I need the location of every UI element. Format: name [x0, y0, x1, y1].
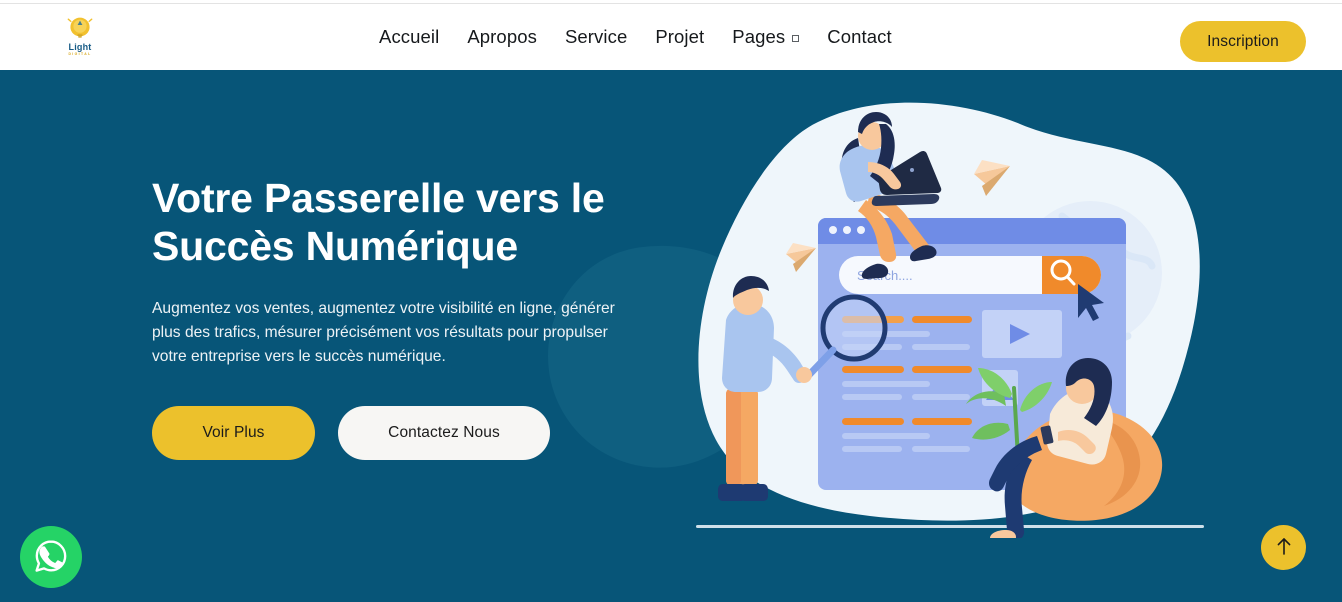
page-root: Light DIGITAL Accueil Apropos Service Pr…: [0, 0, 1342, 602]
nav-label: Apropos: [467, 26, 537, 47]
brand-logo[interactable]: Light DIGITAL: [58, 15, 102, 59]
nav-item-apropos[interactable]: Apropos: [453, 26, 551, 48]
nav-label: Contact: [827, 26, 892, 47]
hero-copy: Votre Passerelle vers le Succès Numériqu…: [152, 174, 672, 460]
site-header: Light DIGITAL Accueil Apropos Service Pr…: [0, 4, 1342, 70]
voir-plus-button[interactable]: Voir Plus: [152, 406, 315, 460]
hero-illustration: Search....: [690, 88, 1210, 538]
nav-label: Pages: [732, 26, 786, 47]
nav-label: Service: [564, 26, 628, 47]
whatsapp-button[interactable]: [20, 526, 82, 588]
main-navigation: Accueil Apropos Service Projet Pages Con…: [379, 4, 906, 70]
contactez-nous-button[interactable]: Contactez Nous: [338, 406, 550, 460]
nav-label: Accueil: [379, 26, 440, 47]
nav-item-contact[interactable]: Contact: [813, 26, 905, 48]
lightbulb-icon: [67, 17, 93, 44]
signup-button[interactable]: Inscription: [1180, 21, 1306, 62]
arrow-up-icon: [1275, 536, 1293, 559]
whatsapp-icon: [33, 538, 69, 577]
hero-title: Votre Passerelle vers le Succès Numériqu…: [152, 175, 605, 269]
nav-item-accueil[interactable]: Accueil: [379, 26, 453, 48]
scroll-to-top-button[interactable]: [1261, 525, 1306, 570]
chevron-down-icon: [792, 34, 800, 42]
brand-name: Light: [68, 42, 92, 52]
nav-item-projet[interactable]: Projet: [641, 26, 718, 48]
hero-section: Votre Passerelle vers le Succès Numériqu…: [0, 70, 1342, 602]
nav-item-pages[interactable]: Pages: [718, 26, 813, 48]
brand-tagline: DIGITAL: [68, 52, 92, 56]
hero-paragraph: Augmentez vos ventes, augmentez votre vi…: [152, 300, 615, 365]
hero-actions: Voir Plus Contactez Nous: [152, 406, 672, 460]
nav-item-service[interactable]: Service: [551, 26, 641, 48]
nav-label: Projet: [655, 26, 705, 47]
